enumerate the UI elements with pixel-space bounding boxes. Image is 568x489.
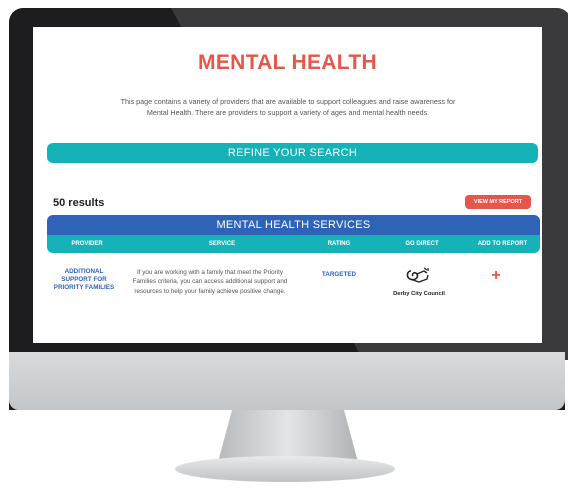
header-service: SERVICE [208, 241, 236, 247]
page-title: MENTAL HEALTH [198, 51, 377, 74]
header-add-to-report: ADD TO REPORT [477, 241, 528, 247]
results-count: 50 results [53, 197, 105, 209]
row-rating: TARGETED [321, 271, 357, 278]
header-go-direct: GO DIRECT [405, 241, 439, 247]
page-intro: This page contains a variety of provider… [120, 97, 456, 117]
table-header-row: PROVIDER SERVICE RATING GO DIRECT ADD TO… [47, 235, 540, 253]
monitor-stand-base [175, 456, 395, 482]
header-provider: PROVIDER [71, 241, 103, 247]
derby-ram-logo-icon[interactable] [397, 265, 441, 287]
monitor-stand-neck [218, 410, 358, 462]
monitor-screen: MENTAL HEALTH This page contains a varie… [33, 27, 542, 343]
row-service: If you are working with a family that me… [132, 269, 288, 295]
row-provider[interactable]: ADDITIONAL SUPPORT FOR PRIORITY FAMILIES [49, 268, 119, 292]
table-title: MENTAL HEALTH SERVICES [47, 215, 540, 235]
monitor-chin [9, 352, 565, 410]
plus-icon[interactable]: + [484, 265, 508, 287]
go-direct-provider-name[interactable]: Derby City Council [383, 291, 455, 297]
view-my-report-button[interactable]: VIEW MY REPORT [465, 195, 531, 209]
refine-search-button[interactable]: REFINE YOUR SEARCH [47, 143, 538, 163]
header-rating: RATING [327, 241, 351, 247]
